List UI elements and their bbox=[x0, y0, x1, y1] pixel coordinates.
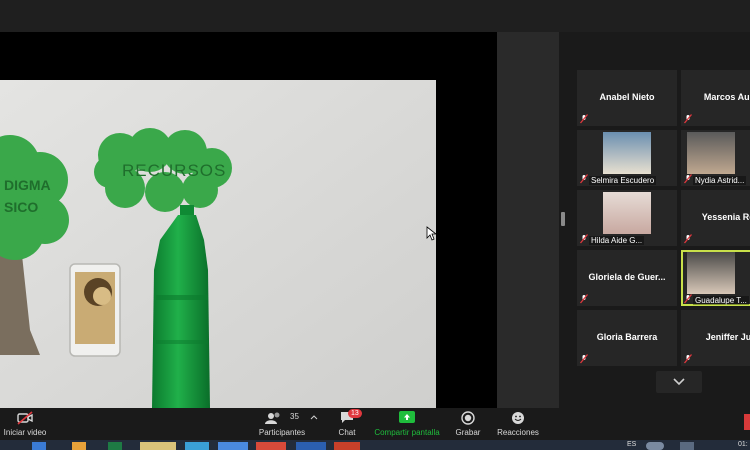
taskbar-app-icon[interactable] bbox=[32, 442, 46, 450]
participant-name: Nydia Astrid... bbox=[693, 176, 747, 185]
participant-video bbox=[687, 252, 735, 294]
participant-video bbox=[603, 132, 651, 174]
participant-tile[interactable]: Anabel Nieto bbox=[577, 70, 677, 126]
poster-illustration: DIGMA SICO RECURSOS bbox=[0, 80, 436, 408]
taskbar-app-icon[interactable] bbox=[185, 442, 209, 450]
participant-name: Selmira Escudero bbox=[589, 176, 657, 185]
muted-mic-icon bbox=[580, 114, 588, 124]
participant-name: Hilda Aide G... bbox=[589, 236, 645, 245]
participant-name: Marcos Aure bbox=[703, 92, 750, 102]
taskbar-folder-icon[interactable] bbox=[140, 442, 176, 450]
muted-mic-icon bbox=[580, 234, 588, 244]
start-video-label: Iniciar video bbox=[3, 428, 47, 437]
participants-button[interactable]: 35 Participantes bbox=[256, 408, 308, 440]
video-off-icon bbox=[17, 411, 33, 425]
meeting-toolbar: Iniciar video 35 Participantes 13 Chat C… bbox=[0, 408, 750, 440]
participant-tile[interactable]: Selmira Escudero bbox=[577, 130, 677, 186]
phone-object bbox=[69, 263, 121, 357]
chat-label: Chat bbox=[338, 428, 356, 437]
chevron-up-icon bbox=[310, 415, 318, 420]
share-screen-icon bbox=[399, 411, 415, 423]
end-meeting-button-edge[interactable] bbox=[744, 414, 750, 430]
participant-video bbox=[687, 132, 735, 174]
participant-tile[interactable]: Marcos Aure bbox=[681, 70, 750, 126]
chat-unread-badge: 13 bbox=[348, 409, 362, 418]
participant-name: Yessenia Rob bbox=[701, 212, 750, 222]
share-side-panel bbox=[497, 32, 559, 408]
reaction-smiley-icon bbox=[512, 412, 524, 424]
record-icon bbox=[461, 411, 475, 425]
participant-gallery: Anabel Nieto Marcos Aure Selmira Escudero N… bbox=[565, 32, 750, 408]
participant-tile[interactable]: Hilda Aide G... bbox=[577, 190, 677, 246]
chevron-down-icon bbox=[673, 378, 685, 386]
participant-name: Gloria Barrera bbox=[596, 332, 658, 342]
tree-cloud-text: DIGMA bbox=[4, 177, 51, 193]
record-button[interactable]: Grabar bbox=[450, 408, 486, 440]
gallery-scroll-down-button[interactable] bbox=[656, 371, 702, 393]
participant-name: Gloriela de Guer... bbox=[588, 272, 666, 282]
muted-mic-icon bbox=[580, 294, 588, 304]
muted-mic-icon bbox=[684, 234, 692, 244]
taskbar-excel-icon[interactable] bbox=[108, 442, 122, 450]
participant-tile[interactable]: Gloriela de Guer... bbox=[577, 250, 677, 306]
participants-count: 35 bbox=[290, 412, 299, 421]
taskbar-tray-icon[interactable] bbox=[646, 442, 664, 450]
svg-text:SICO: SICO bbox=[4, 199, 38, 215]
muted-mic-icon bbox=[684, 114, 692, 124]
chat-button[interactable]: 13 Chat bbox=[330, 408, 364, 440]
participant-name: Jeniffer Juá bbox=[705, 332, 750, 342]
shared-camera-content: DIGMA SICO RECURSOS bbox=[0, 80, 436, 408]
taskbar-app-icon[interactable] bbox=[72, 442, 86, 450]
taskbar-chrome-icon[interactable] bbox=[256, 442, 286, 450]
participant-tile[interactable]: Nydia Astrid... bbox=[681, 130, 750, 186]
reactions-label: Reacciones bbox=[497, 428, 539, 437]
muted-mic-icon bbox=[580, 174, 588, 184]
taskbar-clock: 01: bbox=[738, 441, 748, 448]
muted-mic-icon bbox=[684, 294, 692, 304]
participants-label: Participantes bbox=[258, 428, 306, 437]
muted-mic-icon bbox=[580, 354, 588, 364]
participant-tile[interactable]: Guadalupe T... bbox=[681, 250, 750, 306]
participant-name: Anabel Nieto bbox=[599, 92, 655, 102]
reactions-button[interactable]: Reacciones bbox=[496, 408, 540, 440]
participants-icon bbox=[265, 412, 280, 424]
language-indicator[interactable]: ES bbox=[627, 441, 636, 448]
share-screen-label: Compartir pantalla bbox=[374, 428, 440, 437]
participant-name: Guadalupe T... bbox=[693, 296, 749, 305]
muted-mic-icon bbox=[684, 174, 692, 184]
start-video-button[interactable]: Iniciar video bbox=[2, 408, 48, 440]
resources-cloud-text: RECURSOS bbox=[122, 161, 226, 180]
taskbar-zoom-icon[interactable] bbox=[218, 442, 248, 450]
share-screen-button[interactable]: Compartir pantalla bbox=[372, 408, 442, 440]
meeting-top-bar bbox=[0, 0, 750, 32]
taskbar-powerpoint-icon[interactable] bbox=[334, 442, 360, 450]
participants-options-caret[interactable] bbox=[309, 408, 319, 440]
participant-tile[interactable]: Jeniffer Juá bbox=[681, 310, 750, 366]
participant-tile[interactable]: Gloria Barrera bbox=[577, 310, 677, 366]
participant-tile[interactable]: Yessenia Rob bbox=[681, 190, 750, 246]
participant-video bbox=[603, 192, 651, 234]
taskbar-tray-icon[interactable] bbox=[680, 442, 694, 450]
record-label: Grabar bbox=[455, 428, 481, 437]
taskbar-word-icon[interactable] bbox=[296, 442, 326, 450]
muted-mic-icon bbox=[684, 354, 692, 364]
